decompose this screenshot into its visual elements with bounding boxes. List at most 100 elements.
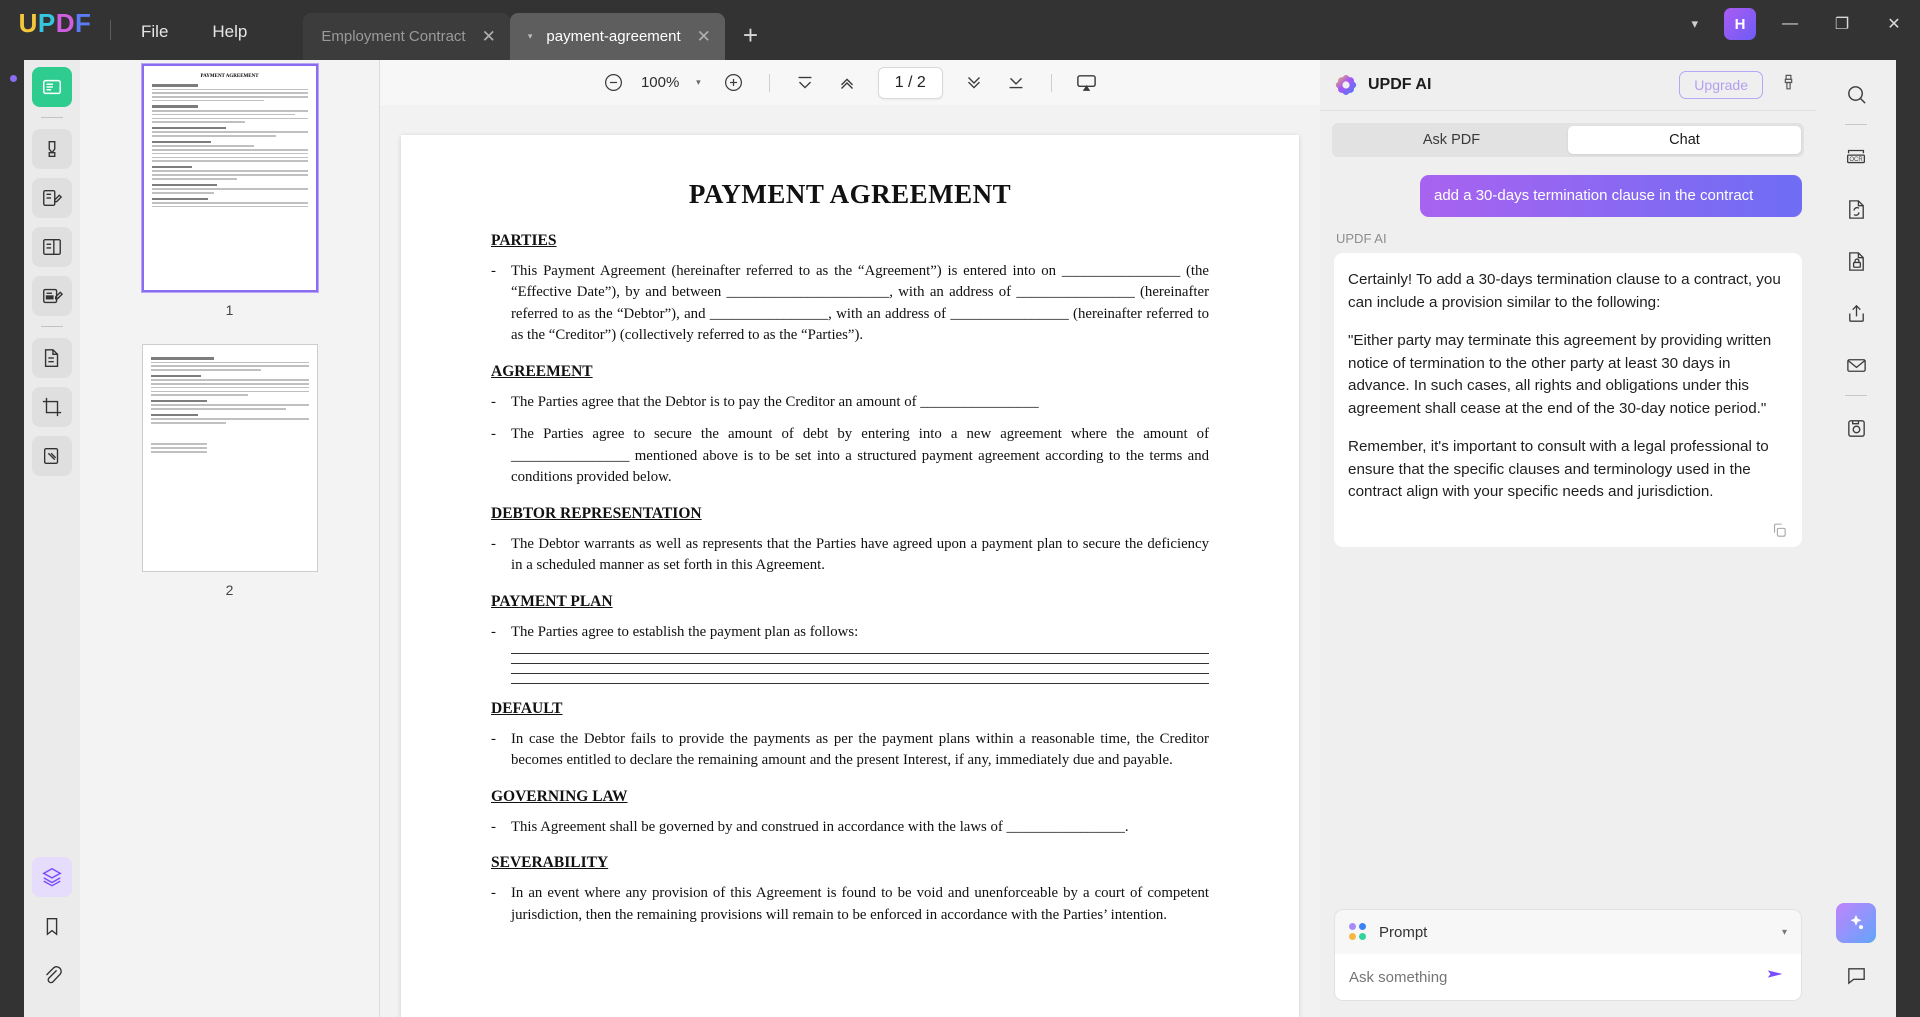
paragraph-text: The Parties agree to establish the payme… — [511, 623, 859, 640]
section-heading-debtor-representation: DEBTOR REPRESENTATION — [491, 504, 702, 522]
protect-icon[interactable] — [1836, 241, 1876, 281]
right-divider — [1845, 395, 1867, 396]
sidebar-item-edit-pdf[interactable] — [32, 178, 72, 218]
save-icon[interactable] — [1836, 408, 1876, 448]
sidebar-divider — [41, 326, 63, 327]
presentation-icon[interactable] — [1066, 68, 1108, 98]
thumbnail-number: 2 — [225, 582, 234, 598]
sidebar-divider — [41, 117, 63, 118]
chevron-down-icon[interactable]: ▾ — [528, 31, 533, 42]
new-tab-button[interactable]: + — [743, 22, 758, 48]
user-message-bubble: add a 30-days termination clause in the … — [1420, 175, 1802, 218]
close-icon[interactable]: ✕ — [697, 28, 711, 45]
assistant-paragraph: Remember, it's important to consult with… — [1348, 438, 1769, 501]
document-paragraph: - The Parties agree that the Debtor is t… — [491, 392, 1209, 413]
ai-panel-title: UPDF AI — [1368, 76, 1432, 93]
close-icon[interactable]: ✕ — [482, 28, 496, 45]
section-heading-payment-plan: PAYMENT PLAN — [491, 592, 613, 610]
updf-ai-logo-icon — [1334, 73, 1358, 97]
sidebar-item-crop[interactable] — [32, 387, 72, 427]
sidebar-item-layers[interactable] — [32, 857, 72, 897]
fill-in-line — [511, 672, 1209, 674]
assistant-name-label: UPDF AI — [1336, 231, 1387, 247]
close-button[interactable]: ✕ — [1868, 14, 1920, 34]
email-icon[interactable] — [1836, 345, 1876, 385]
next-page-icon[interactable] — [953, 68, 995, 98]
tab-ask-pdf[interactable]: Ask PDF — [1335, 126, 1568, 154]
chat-conversation: add a 30-days termination clause in the … — [1320, 157, 1816, 909]
right-divider — [1845, 124, 1867, 125]
updf-application-window: UPDF File Help Employment Contract ✕ ▾ p… — [0, 0, 1920, 1017]
sidebar-item-organize-pages[interactable] — [32, 227, 72, 267]
brush-icon[interactable] — [1779, 73, 1798, 97]
chevron-down-icon[interactable]: ▾ — [696, 77, 701, 88]
minimize-button[interactable]: — — [1764, 15, 1816, 33]
zoom-level-value[interactable]: 100% — [634, 74, 686, 91]
tab-payment-agreement[interactable]: ▾ payment-agreement ✕ — [509, 13, 725, 60]
paragraph-text: In case the Debtor fails to provide the … — [511, 730, 1209, 769]
toolbar-divider — [768, 73, 770, 92]
sidebar-item-attachment[interactable] — [32, 955, 72, 995]
thumbnail-preview — [150, 353, 309, 563]
prev-page-icon[interactable] — [826, 68, 868, 98]
menu-help[interactable]: Help — [190, 22, 269, 60]
sidebar-item-annotate[interactable] — [32, 129, 72, 169]
comment-icon[interactable] — [1836, 955, 1876, 995]
page-thumbnail-panel[interactable]: PAYMENT AGREEMENT 1 2 — [80, 60, 380, 1017]
ask-input[interactable] — [1349, 968, 1765, 986]
page-indicator[interactable]: 1 / 2 — [877, 66, 943, 99]
paragraph-text: This Agreement shall be governed by and … — [511, 818, 1129, 835]
thumbnail-page-1[interactable]: PAYMENT AGREEMENT — [141, 64, 318, 292]
last-page-icon[interactable] — [995, 68, 1037, 98]
sidebar-item-form-field[interactable] — [32, 276, 72, 316]
avatar[interactable]: H — [1724, 8, 1756, 40]
copy-icon[interactable] — [1348, 520, 1788, 539]
ai-header-divider — [1320, 110, 1816, 111]
document-paragraph: - This Agreement shall be governed by an… — [491, 817, 1209, 838]
document-paragraph: - The Debtor warrants as well as represe… — [491, 534, 1209, 577]
tab-chat[interactable]: Chat — [1568, 126, 1801, 154]
maximize-button[interactable]: ❐ — [1816, 14, 1868, 34]
left-tool-sidebar — [24, 60, 80, 1017]
sidebar-item-bookmark[interactable] — [32, 906, 72, 946]
document-title: PAYMENT AGREEMENT — [688, 179, 1012, 209]
thumbnail-item-1[interactable]: PAYMENT AGREEMENT 1 — [141, 64, 318, 344]
assistant-paragraph: Certainly! To add a 30-days termination … — [1348, 271, 1781, 311]
paragraph-text: This Payment Agreement (hereinafter refe… — [511, 263, 1209, 344]
share-icon[interactable] — [1836, 293, 1876, 333]
prompt-selector[interactable]: Prompt ▾ — [1335, 910, 1801, 954]
thumbnail-preview: PAYMENT AGREEMENT — [151, 74, 308, 282]
convert-icon[interactable] — [1836, 189, 1876, 229]
first-page-icon[interactable] — [784, 68, 826, 98]
updf-ai-panel: UPDF AI Upgrade Ask PDF Chat add a 30-da… — [1320, 60, 1816, 1017]
thumbnail-page-2[interactable] — [141, 344, 318, 572]
document-paragraph: - In an event where any provision of thi… — [491, 883, 1209, 926]
zoom-in-button[interactable] — [713, 68, 755, 98]
zoom-out-button[interactable] — [592, 68, 634, 98]
tab-label: payment-agreement — [546, 28, 681, 45]
bullet-dash: - — [491, 730, 496, 747]
send-icon[interactable] — [1765, 963, 1787, 991]
fill-in-line — [511, 652, 1209, 654]
thumbnail-item-2[interactable]: 2 — [141, 344, 318, 624]
assistant-message-bubble: Certainly! To add a 30-days termination … — [1334, 253, 1802, 547]
section-heading-parties: PARTIES — [491, 232, 557, 249]
app-logo[interactable]: UPDF — [0, 0, 110, 60]
document-paragraph: - This Payment Agreement (hereinafter re… — [491, 261, 1209, 347]
prompt-label: Prompt — [1379, 923, 1428, 941]
document-viewport[interactable]: PAYMENT AGREEMENT PARTIES - This Payment… — [380, 105, 1320, 1017]
bullet-dash: - — [491, 535, 496, 552]
ocr-icon[interactable]: OCR — [1836, 137, 1876, 177]
menu-file[interactable]: File — [119, 22, 190, 60]
sidebar-item-compress[interactable] — [32, 436, 72, 476]
ai-assistant-icon[interactable] — [1836, 903, 1876, 943]
sidebar-item-convert[interactable] — [32, 338, 72, 378]
tab-label: Employment Contract — [321, 28, 466, 45]
sidebar-item-reader[interactable] — [32, 67, 72, 107]
tab-employment-contract[interactable]: Employment Contract ✕ — [303, 13, 510, 60]
paragraph-text: In an event where any provision of this … — [511, 885, 1209, 923]
upgrade-button[interactable]: Upgrade — [1679, 71, 1763, 99]
chevron-down-icon[interactable]: ▾ — [1782, 927, 1787, 938]
chevron-down-icon[interactable]: ▾ — [1673, 16, 1716, 32]
search-icon[interactable] — [1836, 74, 1876, 114]
